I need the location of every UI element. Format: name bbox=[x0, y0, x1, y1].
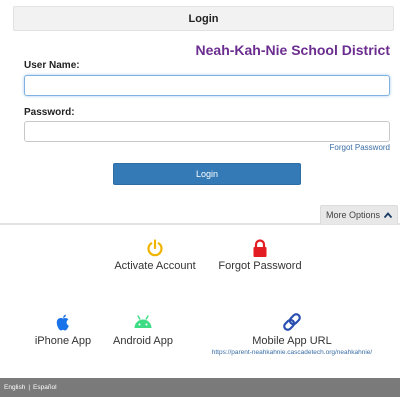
more-options-toggle[interactable]: More Options bbox=[320, 205, 398, 224]
forgot-password-option[interactable]: Forgot Password bbox=[214, 238, 306, 272]
android-icon bbox=[134, 315, 152, 328]
password-input[interactable] bbox=[24, 121, 390, 142]
activate-account-label: Activate Account bbox=[114, 260, 196, 272]
android-app-option[interactable]: Android App bbox=[110, 314, 176, 347]
language-spanish-link[interactable]: Español bbox=[33, 384, 57, 391]
password-label: Password: bbox=[24, 107, 75, 118]
apple-icon bbox=[56, 314, 69, 331]
power-icon bbox=[147, 239, 163, 257]
login-header: Login bbox=[13, 6, 394, 31]
forgot-password-option-label: Forgot Password bbox=[218, 260, 302, 272]
mobile-app-url-link[interactable]: https://parent-neahkahnie.cascadetech.or… bbox=[212, 349, 372, 356]
username-label: User Name: bbox=[24, 60, 80, 71]
mobile-app-url-label: Mobile App URL bbox=[252, 335, 332, 347]
iphone-app-option[interactable]: iPhone App bbox=[32, 314, 94, 347]
login-button[interactable]: Login bbox=[113, 163, 301, 185]
district-name: Neah-Kah-Nie School District bbox=[195, 42, 390, 58]
mobile-app-url-option[interactable]: Mobile App URL https://parent-neahkahnie… bbox=[192, 312, 392, 356]
link-icon bbox=[283, 313, 301, 331]
more-options-label: More Options bbox=[325, 210, 381, 220]
android-app-label: Android App bbox=[113, 335, 173, 347]
username-input[interactable] bbox=[24, 75, 390, 96]
chevron-up-icon bbox=[384, 212, 393, 218]
login-title: Login bbox=[188, 12, 219, 25]
iphone-app-label: iPhone App bbox=[34, 335, 92, 347]
lock-icon bbox=[253, 239, 267, 257]
activate-account-option[interactable]: Activate Account bbox=[112, 238, 198, 272]
language-footer: English | Español bbox=[0, 378, 400, 397]
language-english-link[interactable]: English bbox=[4, 384, 25, 391]
language-separator: | bbox=[28, 384, 31, 391]
forgot-password-link[interactable]: Forgot Password bbox=[330, 143, 390, 152]
